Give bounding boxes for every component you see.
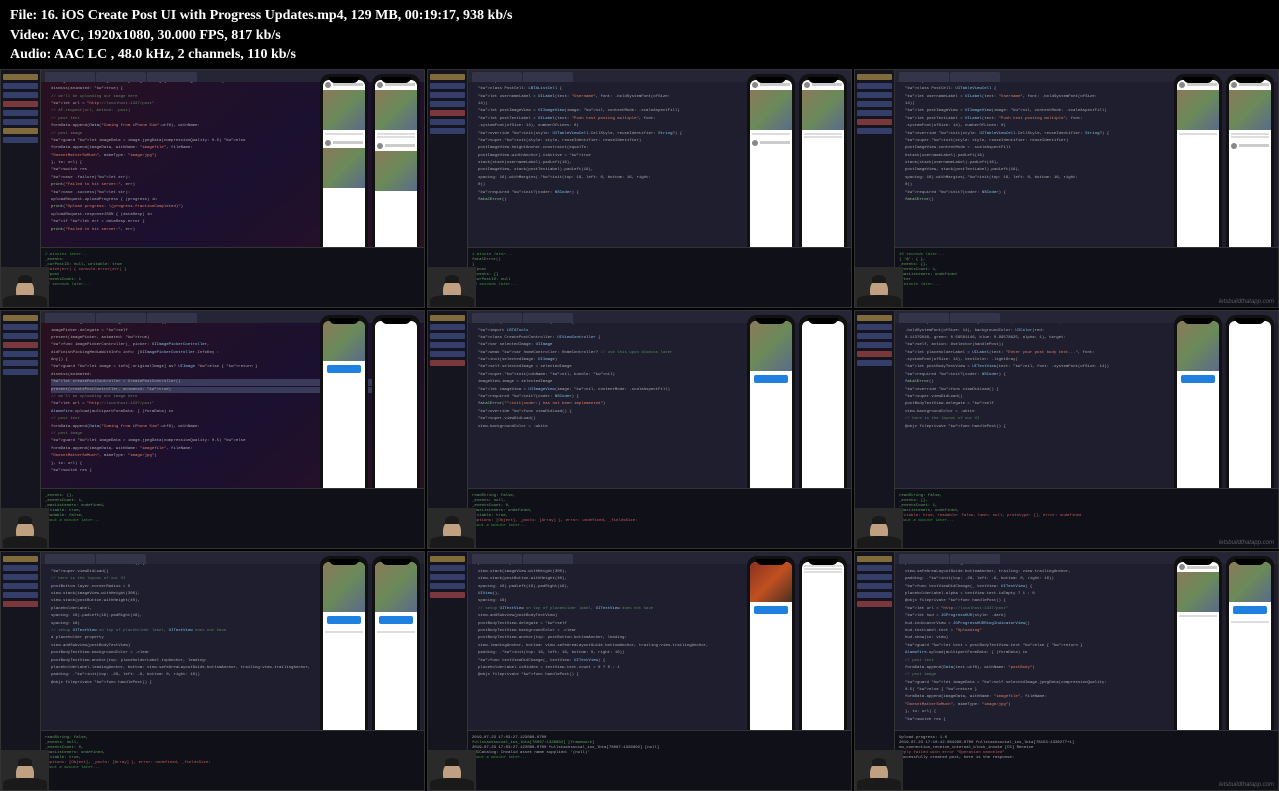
webcam bbox=[1, 267, 49, 307]
thumb-6: "kw">let postButton = UIButton(title: "P… bbox=[854, 310, 1279, 549]
file-label: File: bbox=[10, 8, 41, 23]
video-label: Video: bbox=[10, 28, 52, 43]
thumb-5: // Copyright © 2019 Brian Voong. All rig… bbox=[427, 310, 852, 549]
thumb-1: "kw">guard "kw">let image = info[.origin… bbox=[0, 69, 425, 308]
watermark: letsbuildthatapp.com bbox=[1219, 299, 1274, 305]
thumb-3: "kw">import LBTATools"kw">class PostCell… bbox=[854, 69, 1279, 308]
thumb-9: placeholderLabel.leadingAnchor, bottom:v… bbox=[854, 551, 1279, 790]
audio-value: AAC LC , 48.0 kHz, 2 channels, 110 kb/s bbox=[54, 47, 296, 62]
thumbnail-grid: "kw">guard "kw">let image = info[.origin… bbox=[0, 69, 1279, 791]
file-value: 16. iOS Create Post UI with Progress Upd… bbox=[41, 8, 513, 23]
thumb-4: "kw">let imagePicker = UIImagePickerCont… bbox=[0, 310, 425, 549]
media-info-header: File: 16. iOS Create Post UI with Progre… bbox=[0, 0, 1279, 69]
audio-label: Audio: bbox=[10, 47, 54, 62]
thumb-8: postButton.layer.cornerRadius = 5view.st… bbox=[427, 551, 852, 790]
thumb-2: "kw">import LBTATools"kw">class PostCell… bbox=[427, 69, 852, 308]
thumb-7: "kw">override "kw">func viewDidLoad() {"… bbox=[0, 551, 425, 790]
video-value: AVC, 1920x1080, 30.000 FPS, 817 kb/s bbox=[52, 28, 281, 43]
terminal: 2 minutes later..._events:_curPostID: nu… bbox=[41, 247, 424, 307]
